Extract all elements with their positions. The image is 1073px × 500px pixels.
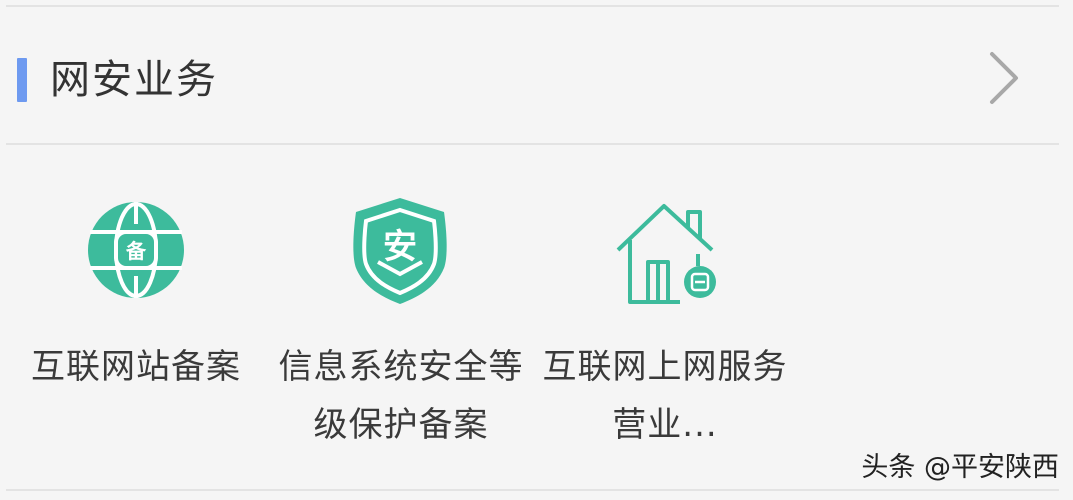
svg-text:备: 备 [125, 239, 147, 263]
page: 网安业务 备 互联网站备案 安 信息系统安全等级保护备案 互联网上网服务营业..… [0, 0, 1073, 500]
house-business-icon [608, 190, 728, 310]
top-divider [6, 5, 1059, 7]
service-website-registration[interactable]: 备 互联网站备案 [0, 180, 270, 470]
chevron-right-icon[interactable] [980, 46, 1028, 110]
globe-registration-icon: 备 [76, 190, 196, 310]
header-divider [6, 143, 1059, 145]
service-label: 互联网站备案 [31, 347, 241, 387]
section-title: 网安业务 [50, 57, 218, 103]
section-accent-bar [17, 58, 27, 102]
service-label: 互联网上网服务营业... [542, 347, 788, 445]
watermark-text: 头条 @平安陕西 [861, 452, 1059, 483]
security-shield-icon: 安 [340, 190, 460, 310]
bottom-divider [6, 489, 1059, 491]
svg-text:安: 安 [383, 227, 417, 267]
section-header[interactable]: 网安业务 [0, 8, 1073, 142]
service-security-level-protection[interactable]: 安 信息系统安全等级保护备案 [266, 180, 536, 470]
service-label: 信息系统安全等级保护备案 [278, 347, 524, 445]
service-internet-cafe-business[interactable]: 互联网上网服务营业... [530, 180, 800, 470]
